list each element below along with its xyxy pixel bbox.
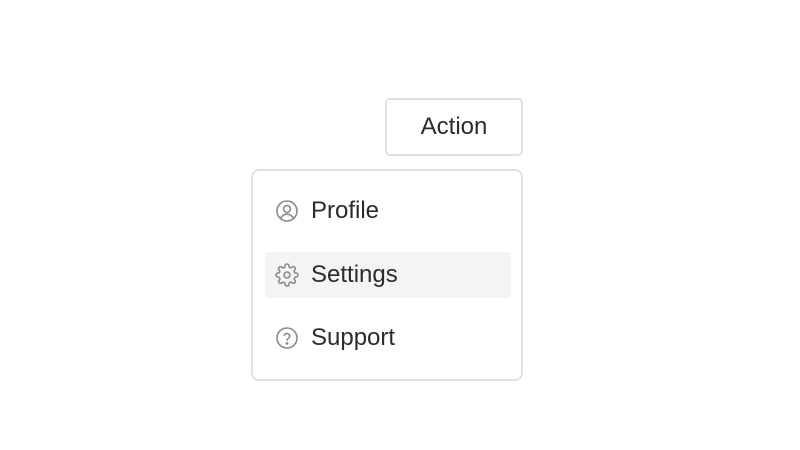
menu-item-support[interactable]: Support xyxy=(265,315,511,361)
menu-item-label: Profile xyxy=(311,197,380,224)
action-button[interactable]: Action xyxy=(385,98,523,156)
user-circle-icon xyxy=(275,199,299,223)
help-circle-icon xyxy=(275,326,299,350)
gear-icon xyxy=(275,263,299,287)
menu-item-settings[interactable]: Settings xyxy=(265,252,511,298)
menu-item-label: Support xyxy=(311,324,396,351)
menu-item-profile[interactable]: Profile xyxy=(265,188,511,234)
stage: Action Profile Settings Support xyxy=(0,0,800,450)
dropdown-menu: Profile Settings Support xyxy=(251,169,523,381)
menu-item-label: Settings xyxy=(311,261,398,288)
